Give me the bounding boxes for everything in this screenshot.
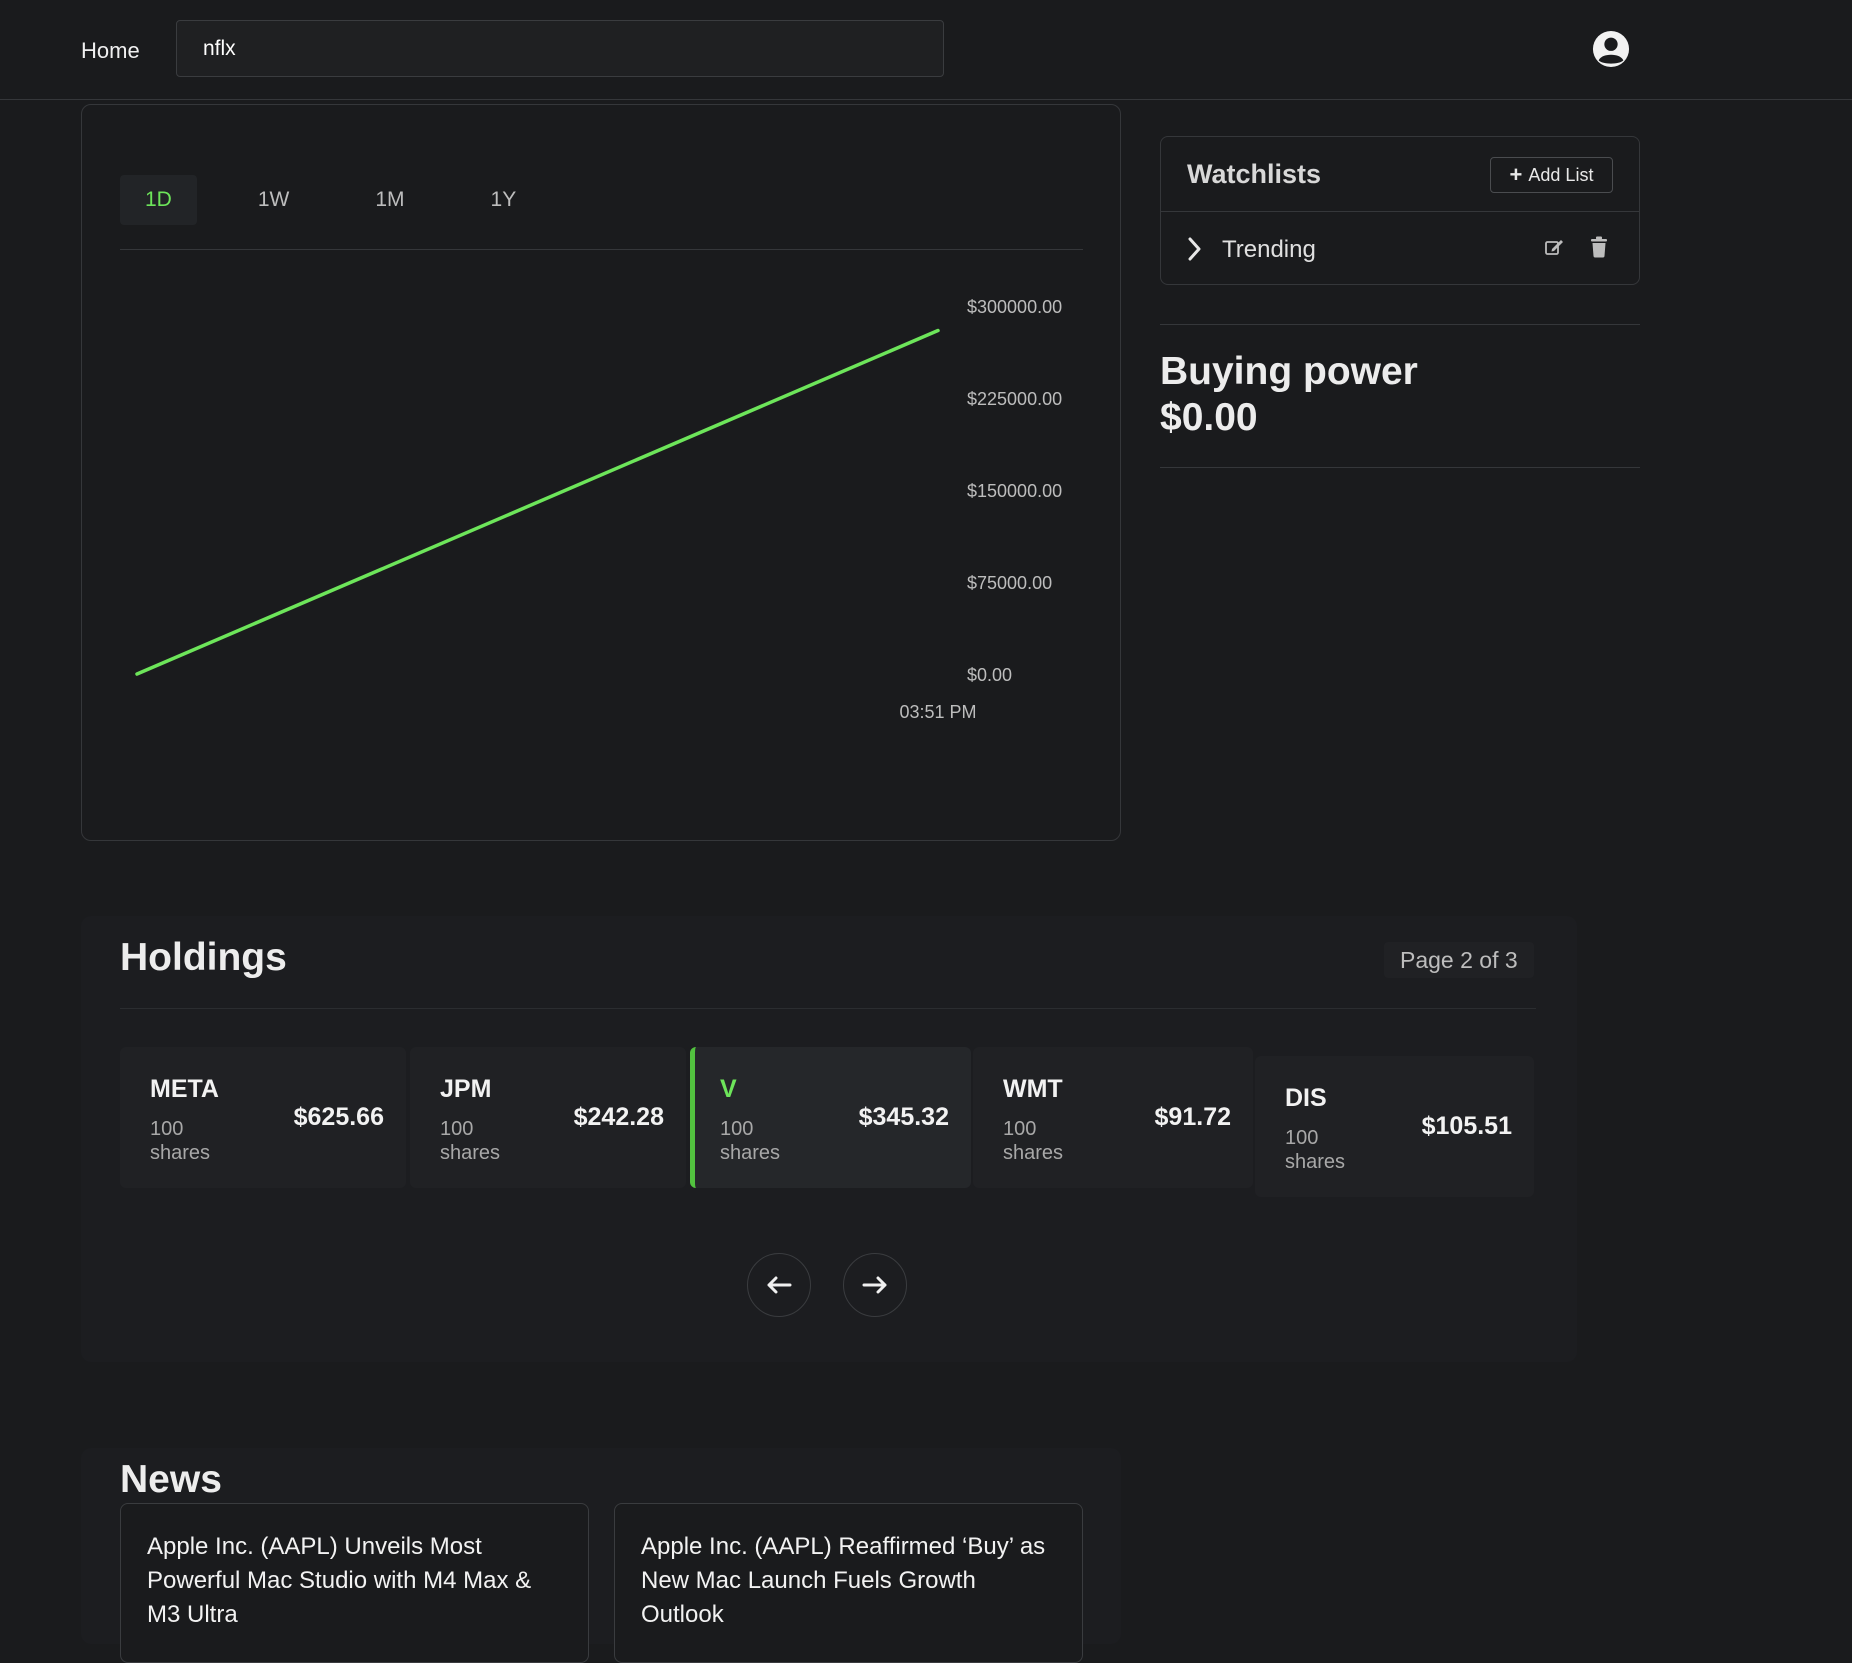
buying-power-divider-bottom (1160, 467, 1640, 468)
y-tick-label: $300000.00 (967, 297, 1062, 317)
watchlist-item-trending[interactable]: Trending (1161, 212, 1639, 286)
holding-qty: 100 (1003, 1118, 1037, 1140)
holding-card-wmt[interactable]: WMT 100 shares $91.72 (973, 1047, 1253, 1188)
tab-1m[interactable]: 1M (350, 175, 429, 225)
tabs-divider (120, 249, 1083, 250)
holding-unit: shares (720, 1142, 781, 1164)
holding-price: $345.32 (858, 1103, 949, 1131)
holding-symbol: META (150, 1075, 219, 1103)
buying-power-value: $0.00 (1160, 396, 1258, 439)
holdings-title: Holdings (120, 936, 287, 979)
holding-symbol: DIS (1285, 1084, 1327, 1112)
buying-power-label: Buying power (1160, 350, 1418, 393)
y-tick-label: $225000.00 (967, 389, 1062, 409)
holding-symbol: V (720, 1075, 737, 1103)
holding-shares: 100 shares (720, 1117, 810, 1165)
search-input[interactable] (176, 20, 944, 77)
holdings-next-button[interactable] (843, 1253, 907, 1317)
holdings-prev-button[interactable] (747, 1253, 811, 1317)
holding-qty: 100 (150, 1118, 184, 1140)
user-circle-icon[interactable] (1592, 30, 1630, 68)
add-list-label: Add List (1528, 164, 1594, 185)
y-tick-label: $0.00 (967, 665, 1012, 685)
y-tick-label: $150000.00 (967, 481, 1062, 501)
y-tick-label: $75000.00 (967, 573, 1052, 593)
watchlist-name: Trending (1222, 236, 1316, 263)
watchlists-card: Watchlists + Add List Trending (1160, 136, 1640, 285)
series-line (135, 328, 940, 676)
holdings-divider (120, 1008, 1536, 1009)
add-list-button[interactable]: + Add List (1490, 157, 1613, 193)
holding-card-jpm[interactable]: JPM 100 shares $242.28 (410, 1047, 686, 1188)
time-range-tabs: 1D 1W 1M 1Y (120, 175, 577, 225)
holding-qty: 100 (720, 1118, 754, 1140)
holding-symbol: WMT (1003, 1075, 1063, 1103)
holding-card-dis[interactable]: DIS 100 shares $105.51 (1255, 1056, 1534, 1197)
top-navigation-bar: Home (0, 0, 1852, 100)
holding-price: $105.51 (1421, 1112, 1512, 1140)
holding-shares: 100 shares (1003, 1117, 1093, 1165)
holding-shares: 100 shares (150, 1117, 240, 1165)
tab-1y[interactable]: 1Y (466, 175, 542, 225)
plus-icon: + (1509, 162, 1523, 187)
holding-price: $91.72 (1154, 1103, 1231, 1131)
holding-unit: shares (1285, 1151, 1346, 1173)
news-title: News (120, 1458, 222, 1501)
holding-shares: 100 shares (1285, 1126, 1375, 1174)
news-card[interactable]: Apple Inc. (AAPL) Unveils Most Powerful … (120, 1503, 589, 1663)
x-tick-label: 03:51 PM (899, 702, 976, 722)
buying-power-divider-top (1160, 324, 1640, 325)
holding-price: $242.28 (573, 1103, 664, 1131)
holdings-page-indicator: Page 2 of 3 (1384, 942, 1534, 978)
holding-qty: 100 (440, 1118, 474, 1140)
news-headline: Apple Inc. (AAPL) Unveils Most Powerful … (147, 1533, 532, 1628)
holding-symbol: JPM (440, 1075, 492, 1103)
holding-unit: shares (440, 1142, 501, 1164)
arrow-right-icon (862, 1276, 887, 1294)
holding-unit: shares (150, 1142, 211, 1164)
holding-shares: 100 shares (440, 1117, 530, 1165)
edit-icon[interactable] (1544, 237, 1564, 257)
arrow-left-icon (767, 1276, 792, 1294)
holding-unit: shares (1003, 1142, 1064, 1164)
chevron-right-icon[interactable] (1187, 236, 1203, 262)
portfolio-line-chart: $300000.00 $225000.00 $150000.00 $75000.00 $… (135, 297, 1062, 722)
tab-1d[interactable]: 1D (120, 175, 197, 225)
holding-card-meta[interactable]: META 100 shares $625.66 (120, 1047, 406, 1188)
holding-qty: 100 (1285, 1127, 1319, 1149)
trash-icon[interactable] (1590, 236, 1608, 258)
home-link[interactable]: Home (81, 38, 140, 64)
news-headline: Apple Inc. (AAPL) Reaffirmed ‘Buy’ as Ne… (641, 1533, 1046, 1628)
holding-price: $625.66 (293, 1103, 384, 1131)
holding-card-v[interactable]: V 100 shares $345.32 (690, 1047, 971, 1188)
tab-1w[interactable]: 1W (233, 175, 315, 225)
watchlists-title: Watchlists (1187, 159, 1322, 189)
news-card[interactable]: Apple Inc. (AAPL) Reaffirmed ‘Buy’ as Ne… (614, 1503, 1083, 1663)
